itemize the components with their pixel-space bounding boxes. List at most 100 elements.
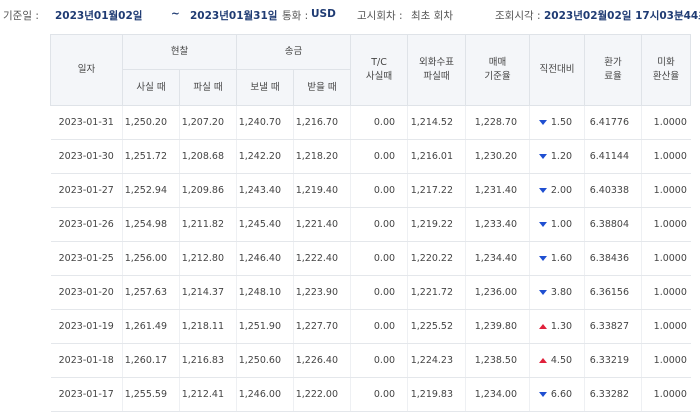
cash-buy-cell: 1,250.20	[122, 105, 180, 140]
col-base-line1: 매매	[488, 57, 507, 68]
down-triangle-icon	[538, 120, 547, 125]
col-fx-check-sell: 외화수표 파실때	[407, 34, 467, 106]
col-group-remittance: 송금	[236, 34, 352, 70]
col-fx-check-line2: 파실때	[423, 71, 450, 82]
base-rate-cell: 1,239.80	[465, 309, 530, 344]
change-cell: 4.50	[529, 343, 585, 378]
change-value: 1.30	[550, 321, 573, 332]
usd-rate-cell: 1.0000	[641, 343, 691, 378]
col-conv-line2: 료율	[604, 71, 622, 82]
cash-sell-cell: 1,212.80	[178, 241, 237, 276]
col-conv-line1: 환가	[604, 57, 622, 68]
usd-rate-cell: 1.0000	[641, 275, 691, 310]
cash-buy-cell: 1,255.59	[122, 377, 180, 412]
remit-receive-cell: 1,221.40	[293, 207, 351, 242]
fx-check-cell: 1,225.52	[407, 309, 466, 344]
remit-receive-cell: 1,226.40	[293, 343, 351, 378]
remit-send-cell: 1,243.40	[236, 173, 294, 208]
change-cell: 6.60	[529, 377, 585, 412]
currency-value: USD	[311, 8, 336, 20]
change-cell: 1.30	[529, 309, 585, 344]
base-rate-cell: 1,233.40	[465, 207, 530, 242]
cash-buy-cell: 1,261.49	[122, 309, 180, 344]
conversion-rate-cell: 6.41144	[584, 139, 642, 174]
fx-check-cell: 1,221.72	[407, 275, 466, 310]
change-value: 6.60	[550, 389, 573, 400]
remit-send-cell: 1,248.10	[236, 275, 294, 310]
col-conversion-rate: 환가 료율	[584, 34, 643, 106]
cash-sell-cell: 1,214.37	[178, 275, 237, 310]
remit-send-cell: 1,250.60	[236, 343, 294, 378]
conversion-rate-cell: 6.33219	[584, 343, 642, 378]
change-cell: 1.60	[529, 241, 585, 276]
tc-buy-cell: 0.00	[350, 275, 408, 310]
cash-sell-cell: 1,218.11	[178, 309, 237, 344]
table-row: 2023-01-30 1,251.72 1,208.68 1,242.20 1,218.…	[50, 139, 691, 174]
remit-send-cell: 1,246.00	[236, 377, 294, 412]
change-value: 4.50	[550, 355, 573, 366]
base-rate-cell: 1,234.00	[465, 377, 530, 412]
col-remit-send: 보낼 때	[236, 69, 295, 106]
change-cell: 1.50	[529, 105, 585, 140]
cash-buy-cell: 1,252.94	[122, 173, 180, 208]
cash-buy-cell: 1,260.17	[122, 343, 180, 378]
col-change: 직전대비	[529, 34, 586, 106]
fx-check-cell: 1,217.22	[407, 173, 466, 208]
usd-rate-cell: 1.0000	[641, 173, 691, 208]
cash-sell-cell: 1,212.41	[178, 377, 237, 412]
date-cell: 2023-01-31	[50, 105, 123, 140]
remit-receive-cell: 1,219.40	[293, 173, 351, 208]
col-usd-line2: 환산율	[652, 71, 680, 82]
cash-sell-cell: 1,208.68	[178, 139, 237, 174]
change-cell: 3.80	[529, 275, 585, 310]
usd-rate-cell: 1.0000	[641, 241, 691, 276]
col-tc-line1: T/C	[371, 57, 387, 68]
fx-check-cell: 1,216.01	[407, 139, 466, 174]
usd-rate-cell: 1.0000	[641, 105, 691, 140]
fx-check-cell: 1,224.23	[407, 343, 466, 378]
date-range-separator: ~	[171, 8, 180, 20]
cash-sell-cell: 1,209.86	[178, 173, 237, 208]
currency-label: 통화 :	[282, 10, 309, 22]
table-row: 2023-01-17 1,255.59 1,212.41 1,246.00 1,222.…	[50, 377, 691, 412]
date-cell: 2023-01-30	[50, 139, 123, 174]
change-value: 1.20	[550, 151, 573, 162]
down-triangle-icon	[538, 222, 547, 227]
fx-check-cell: 1,219.22	[407, 207, 466, 242]
tc-buy-cell: 0.00	[350, 139, 408, 174]
change-value: 3.80	[550, 287, 573, 298]
date-cell: 2023-01-18	[50, 343, 123, 378]
base-rate-cell: 1,236.00	[465, 275, 530, 310]
inquiry-time-label: 조회시각 :	[495, 10, 541, 22]
col-fx-check-line1: 외화수표	[419, 57, 455, 68]
header-row-1: 일자 현찰 송금 T/C 사실때 외화수표 파실때 매매 기준율 직전대비 환가…	[50, 34, 692, 106]
remit-receive-cell: 1,222.40	[293, 241, 351, 276]
up-triangle-icon	[538, 324, 547, 329]
up-triangle-icon	[538, 358, 547, 363]
exchange-rate-table: 일자 현찰 송금 T/C 사실때 외화수표 파실때 매매 기준율 직전대비 환가…	[50, 34, 692, 412]
base-rate-cell: 1,228.70	[465, 105, 530, 140]
table-row: 2023-01-27 1,252.94 1,209.86 1,243.40 1,219.…	[50, 173, 691, 208]
conversion-rate-cell: 6.40338	[584, 173, 642, 208]
remit-send-cell: 1,251.90	[236, 309, 294, 344]
change-cell: 1.20	[529, 139, 585, 174]
col-tc-line2: 사실때	[365, 71, 393, 82]
col-usd-rate: 미화 환산율	[641, 34, 692, 106]
base-date-label: 기준일 :	[3, 10, 39, 22]
remit-send-cell: 1,242.20	[236, 139, 294, 174]
usd-rate-cell: 1.0000	[641, 207, 691, 242]
conversion-rate-cell: 6.33282	[584, 377, 642, 412]
conversion-rate-cell: 6.41776	[584, 105, 642, 140]
col-base-rate: 매매 기준율	[465, 34, 531, 106]
cash-buy-cell: 1,251.72	[122, 139, 180, 174]
cash-buy-cell: 1,257.63	[122, 275, 180, 310]
conversion-rate-cell: 6.33827	[584, 309, 642, 344]
date-cell: 2023-01-17	[50, 377, 123, 412]
notice-round-value: 최초 회차	[411, 10, 453, 22]
change-value: 1.50	[550, 117, 573, 128]
cash-buy-cell: 1,256.00	[122, 241, 180, 276]
down-triangle-icon	[538, 256, 547, 261]
remit-receive-cell: 1,216.70	[293, 105, 351, 140]
down-triangle-icon	[538, 392, 547, 397]
table-row: 2023-01-26 1,254.98 1,211.82 1,245.40 1,221.…	[50, 207, 691, 242]
